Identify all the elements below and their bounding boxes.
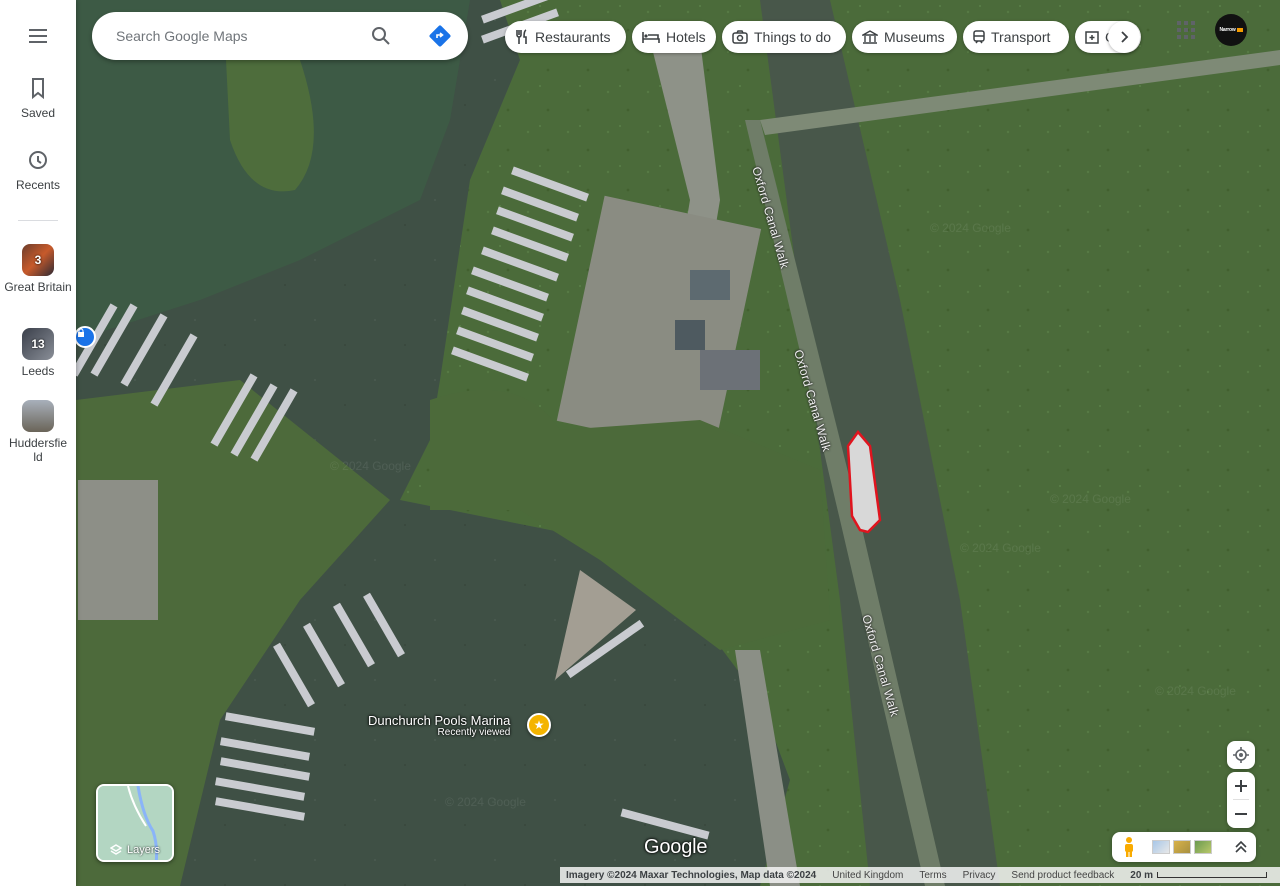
google-logo: Google	[644, 836, 708, 858]
hamburger-icon	[29, 29, 47, 43]
place-subtitle: Recently viewed	[437, 727, 511, 738]
chip-museums[interactable]: Museums	[852, 21, 957, 53]
collection-thumbnail: 3	[22, 244, 54, 276]
saved-label: Saved	[20, 106, 56, 120]
satellite-view-thumbnail[interactable]	[1194, 840, 1212, 854]
chips-next-button[interactable]	[1108, 21, 1140, 53]
bed-icon	[642, 32, 660, 43]
svg-text:© 2024 Google: © 2024 Google	[445, 795, 526, 809]
train-icon	[973, 30, 985, 44]
collection-count: 13	[31, 337, 45, 351]
collection-label: Great Britain	[4, 280, 72, 294]
chip-label: Things to do	[754, 29, 832, 45]
minus-icon	[1235, 813, 1247, 815]
account-avatar[interactable]: Narrow	[1215, 14, 1247, 46]
scale-bar	[1157, 872, 1268, 878]
region-link[interactable]: United Kingdom	[832, 870, 903, 881]
expand-icon[interactable]	[1234, 839, 1248, 855]
search-input[interactable]	[116, 28, 366, 44]
chip-restaurants[interactable]: Restaurants	[505, 21, 626, 53]
chevron-right-icon	[1121, 31, 1129, 43]
svg-text:© 2024 Google: © 2024 Google	[1155, 684, 1236, 698]
chip-hotels[interactable]: Hotels	[632, 21, 716, 53]
terms-link[interactable]: Terms	[919, 870, 946, 881]
directions-icon[interactable]	[428, 24, 452, 48]
pegman-icon[interactable]	[1120, 836, 1138, 858]
plus-icon	[1235, 780, 1247, 792]
zoom-controls	[1227, 772, 1255, 828]
chip-label: Museums	[884, 29, 945, 45]
chip-transport[interactable]: Transport	[963, 21, 1069, 53]
left-rail: Saved Recents 3 Great Britain 13 Leeds H…	[0, 0, 76, 886]
my-location-button[interactable]	[1227, 741, 1255, 769]
map-footer: Imagery ©2024 Maxar Technologies, Map da…	[560, 867, 1280, 883]
collection-count: 3	[34, 253, 42, 267]
imagery-credit: Imagery ©2024 Maxar Technologies, Map da…	[566, 869, 817, 881]
terrain-view-thumbnail[interactable]	[1173, 840, 1191, 854]
place-name[interactable]: Dunchurch Pools Marina	[368, 713, 510, 728]
svg-text:© 2024 Google: © 2024 Google	[1050, 492, 1131, 506]
chip-label: Hotels	[666, 29, 706, 45]
svg-text:© 2024 Google: © 2024 Google	[330, 459, 411, 473]
museum-icon	[862, 30, 878, 44]
zoom-out-button[interactable]	[1227, 800, 1255, 828]
map-type-strip	[1112, 832, 1256, 862]
apps-grid-icon[interactable]	[1174, 18, 1198, 42]
place-label[interactable]: Dunchurch Pools Marina Recently viewed	[368, 713, 510, 738]
chip-things-to-do[interactable]: Things to do	[722, 21, 846, 53]
chip-label: Transport	[991, 29, 1051, 45]
svg-text:© 2024 Google: © 2024 Google	[960, 541, 1041, 555]
collection-leeds[interactable]: 13 Leeds	[0, 328, 76, 378]
map-view-thumbnail[interactable]	[1152, 840, 1170, 854]
layers-icon	[109, 844, 122, 855]
bookmark-icon	[32, 78, 44, 100]
collection-label: Leeds	[21, 364, 55, 378]
scale-label[interactable]: 20 m	[1130, 870, 1153, 881]
avatar-text: Narrow	[1219, 27, 1236, 33]
satellite-map[interactable]: © 2024 Google © 2024 Google © 2024 Googl…	[0, 0, 1280, 886]
camera-icon	[732, 30, 748, 44]
history-icon	[29, 151, 47, 169]
privacy-link[interactable]: Privacy	[963, 870, 996, 881]
lock-icon	[78, 328, 84, 337]
collection-great-britain[interactable]: 3 Great Britain	[0, 244, 76, 294]
chip-label: Restaurants	[535, 29, 611, 45]
crosshair-icon	[1233, 747, 1249, 763]
satellite-imagery: © 2024 Google © 2024 Google © 2024 Googl…	[0, 0, 1280, 886]
collection-label: Huddersfield	[8, 436, 68, 464]
collection-huddersfield[interactable]: Huddersfield	[0, 400, 76, 464]
svg-text:© 2024 Google: © 2024 Google	[930, 221, 1011, 235]
pharmacy-icon	[1085, 31, 1099, 44]
layers-label-wrap: Layers	[98, 844, 172, 856]
saved-button[interactable]: Saved	[0, 76, 76, 120]
star-pin-icon[interactable]: ★	[527, 713, 551, 737]
rail-divider	[18, 220, 58, 221]
collection-thumbnail: 13	[22, 328, 54, 360]
collection-thumbnail	[22, 400, 54, 432]
feedback-link[interactable]: Send product feedback	[1011, 870, 1114, 881]
layers-label: Layers	[126, 844, 161, 856]
location-pin[interactable]	[74, 326, 96, 348]
zoom-in-button[interactable]	[1227, 772, 1255, 800]
recents-button[interactable]: Recents	[0, 148, 76, 192]
menu-button[interactable]	[0, 24, 76, 48]
search-box	[92, 12, 468, 60]
layers-button[interactable]: Layers	[96, 784, 174, 862]
search-icon[interactable]	[369, 24, 393, 48]
fork-knife-icon	[516, 29, 527, 44]
recents-label: Recents	[15, 178, 61, 192]
